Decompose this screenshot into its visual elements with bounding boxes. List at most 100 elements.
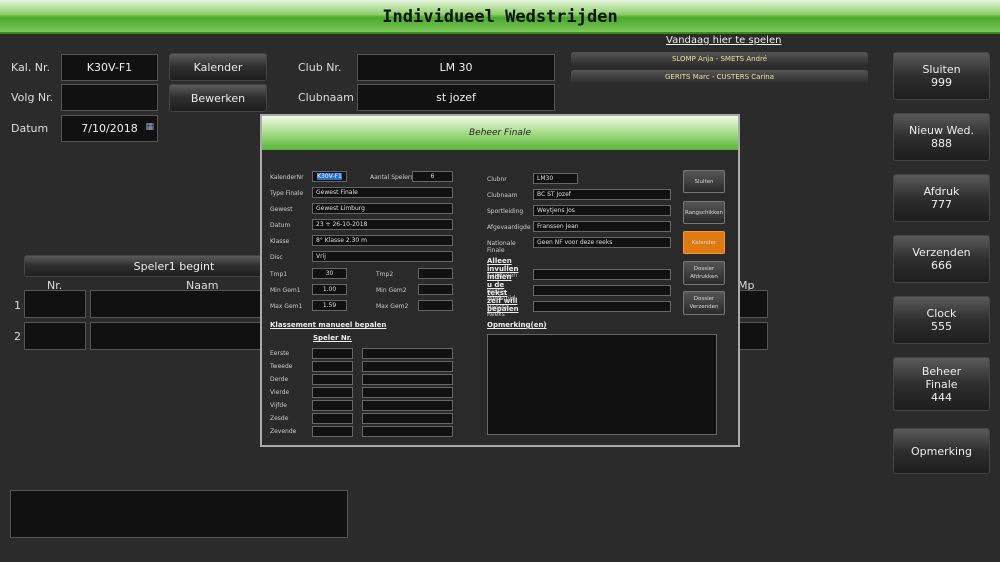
dossier-afdrukken-button[interactable]: Dossier Afdrukken: [683, 261, 725, 285]
label: Afdruk: [923, 185, 960, 198]
clubnr-field[interactable]: LM30: [533, 173, 578, 184]
dialog-kalender-button[interactable]: Kalender: [683, 231, 725, 254]
clubnr-label: Clubnr: [487, 176, 507, 183]
afdruk-button[interactable]: Afdruk 777: [893, 174, 990, 222]
beste-label: Beste Wedstrijd: [487, 288, 516, 302]
speler-nr-header: Speler Nr.: [313, 334, 352, 342]
klasse-label: Klasse: [270, 238, 290, 245]
rank-label: Vijfde: [270, 402, 287, 409]
label: Dossier: [693, 296, 715, 302]
dialog-sluiten-button[interactable]: Sluiten: [683, 170, 725, 193]
label: Nieuw Wed.: [909, 124, 974, 137]
rank-naam-field[interactable]: [362, 374, 453, 385]
rank-label: Zesde: [270, 415, 289, 422]
dossier-verzenden-button[interactable]: Dossier Verzenden: [683, 291, 725, 315]
code: 999: [931, 76, 952, 89]
klassement-title: Klassement manueel bepalen: [270, 321, 387, 329]
today-match[interactable]: GERITS Marc - CUSTERS Carina: [571, 70, 868, 84]
code: 666: [931, 259, 952, 272]
clubnaam-field[interactable]: BC ST Jozef: [533, 189, 671, 200]
today-title: Vandaag hier te spelen: [666, 35, 782, 46]
rank-label: Zevende: [270, 428, 297, 435]
player2-mp[interactable]: [738, 322, 768, 350]
type-field[interactable]: Gewest Finale: [312, 187, 453, 198]
label: Verzenden: [912, 246, 971, 259]
afgevaardigde-field[interactable]: Franssen Jean: [533, 221, 671, 232]
player1-mp[interactable]: [738, 290, 768, 318]
beste-wedstrijd-field[interactable]: [533, 285, 671, 296]
maxgem1-field[interactable]: 1.59: [312, 300, 347, 311]
clock-button[interactable]: Clock 555: [893, 296, 990, 344]
tmp1-label: Tmp1: [270, 271, 288, 278]
rank-speler-nr-field[interactable]: [312, 361, 353, 372]
disc-field[interactable]: Vrij: [312, 251, 453, 262]
aantal-field[interactable]: 6: [412, 171, 453, 182]
rank-speler-nr-field[interactable]: [312, 348, 353, 359]
today-match[interactable]: SLOMP Anja - SMETS André: [571, 52, 868, 66]
datum-label: Datum: [270, 222, 291, 229]
rank-speler-nr-field[interactable]: [312, 400, 353, 411]
kalendernr-value: K30V-F1: [317, 173, 342, 180]
mingem2-label: Min Gem2: [376, 287, 407, 294]
maxgem2-field[interactable]: [418, 300, 453, 311]
sportleiding-field[interactable]: Weytjens Jos: [533, 205, 671, 216]
rank-label: Derde: [270, 376, 289, 383]
clubnaam-label: Clubnaam: [487, 192, 518, 199]
opmerking-button[interactable]: Opmerking: [893, 428, 990, 474]
gewest-field[interactable]: Gewest Limburg: [312, 203, 453, 214]
mingem1-label: Min Gem1: [270, 287, 301, 294]
rangschikken-button[interactable]: Rangschikken: [683, 201, 725, 224]
aantal-label: Aantal Spelers: [370, 174, 414, 181]
label: Sluiten: [922, 63, 961, 76]
rank-speler-nr-field[interactable]: [312, 387, 353, 398]
tmp1-field[interactable]: 30: [312, 268, 347, 279]
afgevaardigde-label: Afgevaardigde: [487, 224, 531, 231]
code: 555: [931, 320, 952, 333]
datum-field[interactable]: 23 + 26-10-2018: [312, 219, 453, 230]
sportleiding-label: Sportleiding: [487, 208, 524, 215]
label: Beheer Finale: [921, 364, 962, 391]
natfinale-field[interactable]: Geen NF voor deze reeks: [533, 237, 671, 248]
rank-label: Tweede: [270, 363, 293, 370]
rank-naam-field[interactable]: [362, 387, 453, 398]
kampioen-field[interactable]: [533, 269, 671, 280]
maxgem2-label: Max Gem2: [376, 303, 409, 310]
tmp2-label: Tmp2: [376, 271, 394, 278]
kalendernr-label: KalenderNr: [270, 174, 304, 181]
message-box[interactable]: [10, 490, 348, 538]
klasse-field[interactable]: 8° Klasse 2.30 m: [312, 235, 453, 246]
code: 777: [931, 198, 952, 211]
hooste-reeks-field[interactable]: [533, 301, 671, 312]
mingem2-field[interactable]: [418, 284, 453, 295]
label: Clock: [926, 307, 957, 320]
label: Dossier: [693, 266, 715, 272]
rank-naam-field[interactable]: [362, 348, 453, 359]
opmerking-textarea[interactable]: [487, 334, 717, 435]
hooste-label: Hooste Reeks: [487, 304, 509, 318]
gewest-label: Gewest: [270, 206, 293, 213]
mingem1-field[interactable]: 1.00: [312, 284, 347, 295]
disc-label: Disc: [270, 254, 283, 261]
row-num: 2: [14, 330, 21, 343]
sluiten-button[interactable]: Sluiten 999: [893, 52, 990, 100]
rank-speler-nr-field[interactable]: [312, 426, 353, 437]
tmp2-field[interactable]: [418, 268, 453, 279]
rank-label: Eerste: [270, 350, 290, 357]
kalendernr-field[interactable]: K30V-F1: [312, 171, 347, 182]
kampioen-label: Kampioen: [487, 272, 517, 279]
code: 888: [931, 137, 952, 150]
nieuw-wed-button[interactable]: Nieuw Wed. 888: [893, 113, 990, 161]
rank-speler-nr-field[interactable]: [312, 374, 353, 385]
rank-naam-field[interactable]: [362, 426, 453, 437]
label: Afdrukken: [690, 274, 718, 280]
verzenden-button[interactable]: Verzenden 666: [893, 235, 990, 283]
type-label: Type Finale: [270, 190, 304, 197]
beheer-finale-button[interactable]: Beheer Finale 444: [893, 357, 990, 411]
opmerking-label: Opmerking(en): [487, 321, 547, 329]
rank-naam-field[interactable]: [362, 413, 453, 424]
rank-naam-field[interactable]: [362, 361, 453, 372]
rank-speler-nr-field[interactable]: [312, 413, 353, 424]
beheer-finale-dialog: Beheer Finale KalenderNr K30V-F1 Aantal …: [260, 114, 740, 447]
rank-naam-field[interactable]: [362, 400, 453, 411]
label: Verzenden: [689, 304, 719, 310]
